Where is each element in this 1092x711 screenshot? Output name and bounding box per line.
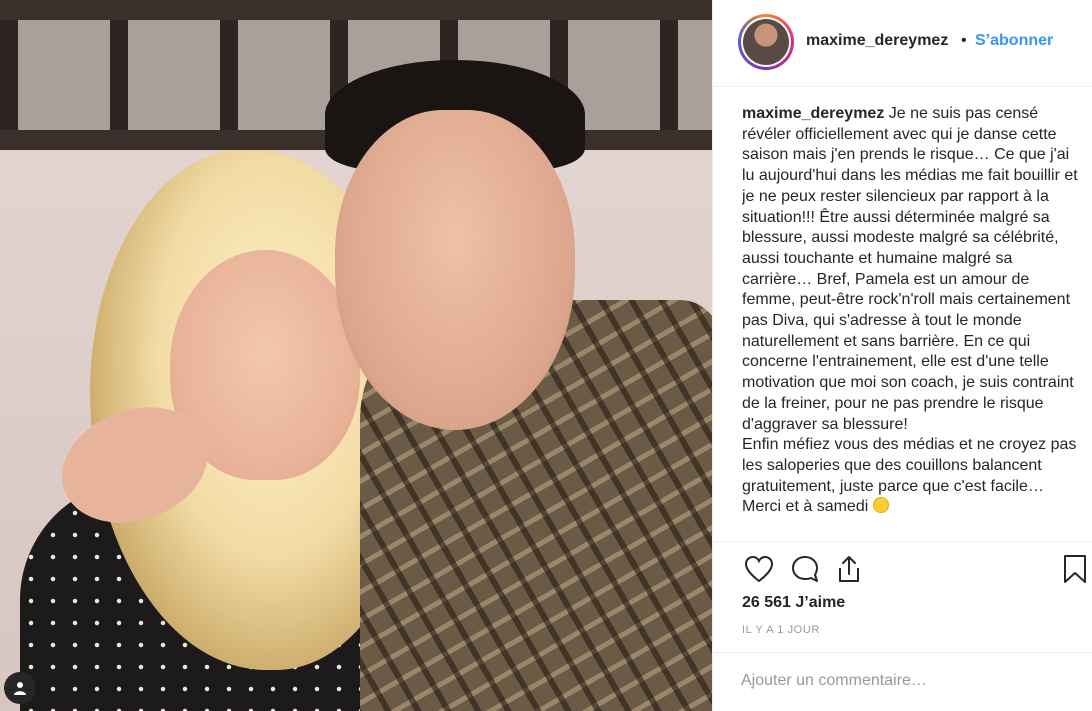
caption: maxime_dereymez Je ne suis pas censé rév…: [742, 104, 1078, 540]
follow-button[interactable]: S’abonner: [975, 32, 1053, 50]
caption-paragraph-1: maxime_dereymez Je ne suis pas censé rév…: [742, 104, 1078, 435]
caption-text-1: Je ne suis pas censé révéler officiellem…: [742, 105, 1078, 433]
post-header: maxime_dereymez • S’abonner: [713, 0, 1092, 87]
header-username[interactable]: maxime_dereymez: [806, 32, 948, 50]
divider: [713, 652, 1092, 653]
caption-username[interactable]: maxime_dereymez: [742, 105, 884, 122]
action-bar: [741, 551, 1086, 587]
avatar[interactable]: [743, 19, 789, 65]
comment-input[interactable]: [741, 665, 1071, 697]
comment-icon[interactable]: [787, 551, 823, 587]
user-tag-icon[interactable]: [4, 672, 36, 704]
post-timestamp[interactable]: IL Y A 1 JOUR: [742, 624, 820, 636]
avatar-border: [741, 17, 791, 67]
share-icon[interactable]: [831, 551, 867, 587]
winking-face-emoji-icon: [872, 497, 889, 514]
divider: [713, 541, 1092, 542]
post-side-panel: maxime_dereymez • S’abonner maxime_derey…: [712, 0, 1092, 711]
caption-paragraph-2: Enfin méfiez vous des médias et ne croye…: [742, 435, 1078, 518]
photo-face-man: [335, 110, 575, 430]
header-separator: •: [961, 32, 967, 49]
heart-icon[interactable]: [741, 551, 777, 587]
story-ring[interactable]: [738, 14, 794, 70]
like-count[interactable]: 26 561 J’aime: [742, 594, 845, 612]
caption-text-2: Enfin méfiez vous des médias et ne croye…: [742, 436, 1077, 516]
bookmark-icon[interactable]: [1057, 551, 1092, 587]
post-photo[interactable]: [0, 0, 712, 711]
